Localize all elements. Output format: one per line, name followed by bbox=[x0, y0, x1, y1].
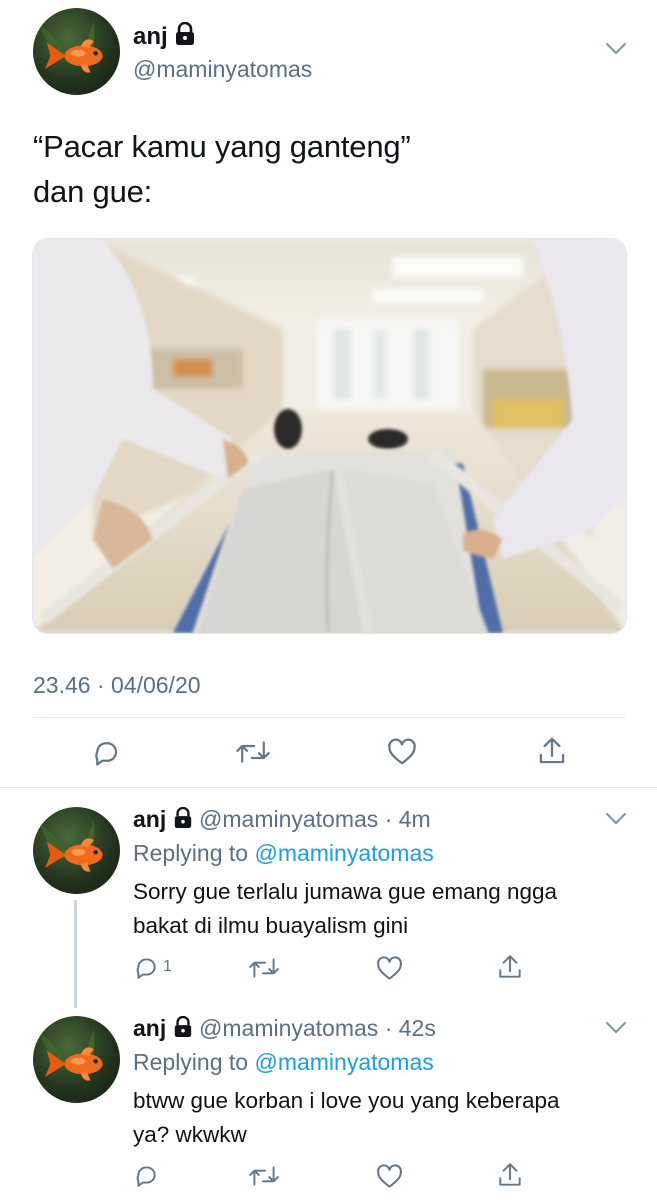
reply-icon bbox=[136, 958, 156, 979]
chevron-down-icon[interactable] bbox=[605, 1021, 627, 1040]
share-button[interactable] bbox=[537, 735, 567, 767]
goldfish-icon bbox=[39, 1029, 103, 1081]
reply-avatar[interactable] bbox=[33, 807, 120, 894]
tweet-timestamp[interactable]: 23.46 · 04/06/20 bbox=[33, 672, 201, 699]
retweet-button[interactable] bbox=[235, 737, 271, 767]
replying-to: Replying to @maminyatomas bbox=[133, 1049, 434, 1076]
goldfish-icon bbox=[39, 820, 103, 872]
like-icon bbox=[377, 956, 402, 980]
replying-to-handle-link[interactable]: @maminyatomas bbox=[254, 840, 433, 866]
reply-button[interactable] bbox=[91, 737, 121, 767]
thread-connector-line bbox=[74, 900, 77, 1008]
author-handle: @maminyatomas bbox=[133, 56, 313, 82]
lock-icon bbox=[173, 806, 193, 835]
goldfish-icon bbox=[39, 21, 103, 73]
divider bbox=[0, 787, 657, 788]
replying-to-handle-link[interactable]: @maminyatomas bbox=[254, 1049, 433, 1075]
share-icon bbox=[539, 737, 565, 764]
like-icon bbox=[388, 738, 416, 765]
reply-author-name: anj bbox=[133, 806, 167, 832]
like-button[interactable] bbox=[387, 738, 417, 766]
reply-icon bbox=[95, 742, 118, 766]
reply-text: btww gue korban i love you yang keberapa… bbox=[133, 1084, 638, 1152]
retweet-button[interactable] bbox=[248, 1163, 280, 1189]
retweet-icon bbox=[236, 741, 270, 763]
reply-count: 1 bbox=[163, 958, 172, 975]
share-icon bbox=[499, 955, 521, 978]
share-button[interactable] bbox=[497, 953, 523, 981]
reply-handle-time: @maminyatomas · 42s bbox=[199, 1015, 436, 1041]
retweet-icon bbox=[249, 958, 279, 978]
retweet-button[interactable] bbox=[248, 955, 280, 981]
replying-to: Replying to @maminyatomas bbox=[133, 840, 434, 867]
author-name-row: anj bbox=[133, 21, 196, 53]
reply-button[interactable] bbox=[133, 1162, 163, 1188]
lock-icon bbox=[173, 1015, 193, 1044]
tweet-media[interactable] bbox=[32, 238, 627, 634]
chevron-down-icon[interactable] bbox=[605, 42, 627, 61]
reply-text: Sorry gue terlalu jumawa gue emang ngga … bbox=[133, 875, 638, 943]
replying-to-prefix: Replying to bbox=[133, 840, 249, 866]
share-button[interactable] bbox=[497, 1161, 523, 1189]
hospital-stretcher-photo bbox=[33, 239, 626, 633]
tweet-text-line1: “Pacar kamu yang ganteng” bbox=[33, 129, 411, 164]
tweet-text-line2: dan gue: bbox=[33, 174, 153, 209]
like-button[interactable] bbox=[376, 956, 403, 981]
reply-button[interactable]: 1 bbox=[133, 954, 172, 980]
like-button[interactable] bbox=[376, 1164, 403, 1189]
replying-to-prefix: Replying to bbox=[133, 1049, 249, 1075]
share-icon bbox=[499, 1163, 521, 1186]
reply-header: anj @maminyatomas · 42s bbox=[133, 1015, 436, 1044]
reply-text-line2: ya? wkwkw bbox=[133, 1122, 247, 1147]
author-avatar[interactable] bbox=[33, 8, 120, 95]
reply-header: anj @maminyatomas · 4m bbox=[133, 806, 431, 835]
reply-avatar[interactable] bbox=[33, 1016, 120, 1103]
reply-author-name: anj bbox=[133, 1015, 167, 1041]
chevron-down-icon[interactable] bbox=[605, 812, 627, 831]
reply-text-line1: btww gue korban i love you yang keberapa bbox=[133, 1088, 560, 1113]
lock-icon bbox=[174, 21, 196, 53]
divider bbox=[33, 717, 626, 718]
retweet-icon bbox=[249, 1166, 279, 1186]
reply-text-line1: Sorry gue terlalu jumawa gue emang ngga bbox=[133, 879, 558, 904]
author-name: anj bbox=[133, 22, 168, 50]
like-icon bbox=[377, 1164, 402, 1188]
reply-icon bbox=[136, 1166, 156, 1187]
reply-handle-time: @maminyatomas · 4m bbox=[199, 806, 431, 832]
reply-text-line2: bakat di ilmu buayalism gini bbox=[133, 913, 409, 938]
tweet-text: “Pacar kamu yang ganteng” dan gue: bbox=[33, 124, 633, 214]
